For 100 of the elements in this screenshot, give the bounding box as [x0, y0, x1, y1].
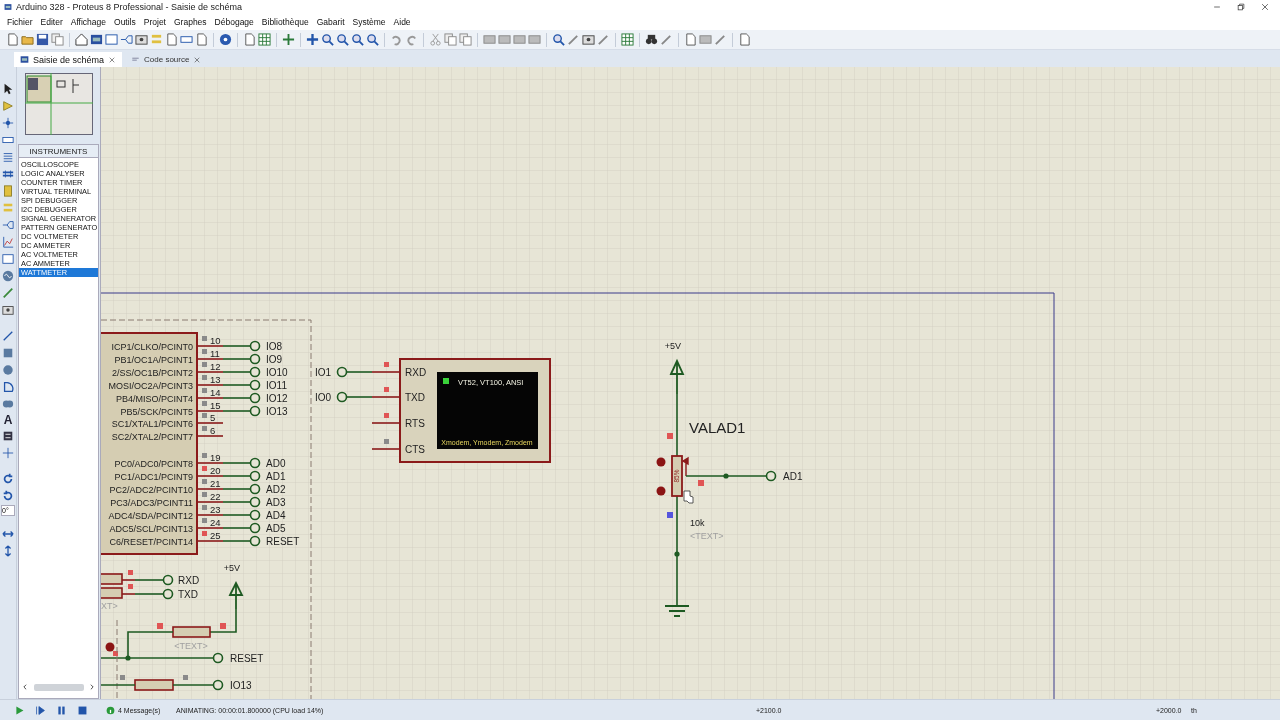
- pause-button[interactable]: [56, 704, 67, 716]
- close-icon[interactable]: [108, 55, 117, 64]
- pin-label: PC2/ADC2/PCINT10: [109, 485, 193, 496]
- zoom-icon[interactable]: [336, 33, 349, 47]
- pin-state-marker: [698, 480, 704, 487]
- terminal-circle: [212, 679, 224, 691]
- menu-item[interactable]: Affichage: [66, 17, 111, 28]
- sine-icon[interactable]: [2, 270, 14, 283]
- text-tool[interactable]: A: [3, 413, 13, 428]
- symbol-icon[interactable]: [2, 430, 14, 443]
- pin-label: PB4/MISO/PCINT4: [115, 394, 193, 405]
- block-icon[interactable]: [513, 33, 526, 47]
- resistor-body: [101, 573, 123, 585]
- terminal-icon[interactable]: [2, 219, 14, 232]
- rotate-anticlockwise-icon[interactable]: [2, 490, 14, 503]
- pin-number: 19: [210, 452, 221, 464]
- copy-icon[interactable]: [51, 33, 64, 47]
- terminal-circle: [249, 470, 261, 482]
- subcircuit-icon[interactable]: [2, 185, 14, 198]
- flip-vertical-icon[interactable]: [2, 545, 14, 558]
- lines-icon[interactable]: [2, 151, 14, 164]
- menu-item[interactable]: Editer: [36, 17, 67, 28]
- menu-item[interactable]: Débogage: [210, 17, 258, 28]
- zoom-icon[interactable]: [366, 33, 379, 47]
- pointer-icon[interactable]: [2, 83, 14, 96]
- increment-dot: [656, 457, 666, 467]
- crosshair-icon[interactable]: [282, 33, 295, 47]
- rotate-clockwise-icon[interactable]: [2, 473, 14, 486]
- close-icon[interactable]: [193, 55, 202, 64]
- close-button[interactable]: [1260, 2, 1270, 13]
- menu-item[interactable]: Outils: [110, 17, 140, 28]
- redo-icon[interactable]: [405, 33, 418, 47]
- menu-item[interactable]: Graphes: [170, 17, 211, 28]
- block-icon[interactable]: [528, 33, 541, 47]
- move-icon[interactable]: [306, 33, 319, 47]
- binoculars-icon[interactable]: [645, 33, 658, 47]
- tab[interactable]: Saisie de schéma: [14, 52, 123, 68]
- restore-button[interactable]: [1236, 2, 1246, 13]
- zoom-icon[interactable]: [351, 33, 364, 47]
- meter-icon[interactable]: [582, 33, 595, 47]
- doc-icon[interactable]: [243, 33, 256, 47]
- terminal-circle: [249, 496, 261, 508]
- scroll-left-icon[interactable]: [21, 683, 29, 692]
- triangle-icon[interactable]: [2, 100, 14, 113]
- junction-icon[interactable]: [2, 117, 14, 130]
- copy-icon[interactable]: [459, 33, 472, 47]
- pin-label: RXD: [405, 367, 427, 379]
- scroll-right-icon[interactable]: [88, 683, 96, 692]
- zoom-icon[interactable]: [552, 33, 565, 47]
- net-label: AD0: [266, 458, 286, 470]
- net-label: AD1: [783, 471, 803, 483]
- line-icon[interactable]: [2, 330, 14, 343]
- net-label: TXD: [178, 589, 198, 601]
- undo-icon[interactable]: [390, 33, 403, 47]
- folder-icon[interactable]: [21, 33, 34, 47]
- pen-icon[interactable]: [2, 287, 14, 300]
- doc-icon[interactable]: [684, 33, 697, 47]
- pin-line: [196, 462, 224, 465]
- doc-icon[interactable]: [195, 33, 208, 47]
- house-icon[interactable]: [75, 33, 88, 47]
- marker-icon[interactable]: [2, 447, 14, 460]
- chip-icon[interactable]: [90, 33, 103, 47]
- stop-button[interactable]: [77, 704, 88, 716]
- pin-line: [371, 396, 401, 399]
- scissors-icon[interactable]: [429, 33, 442, 47]
- zoom-icon[interactable]: [321, 33, 334, 47]
- chart-icon[interactable]: [2, 236, 14, 249]
- block-icon[interactable]: [483, 33, 496, 47]
- terminal-icon[interactable]: [120, 33, 133, 47]
- grid-icon[interactable]: [621, 33, 634, 47]
- menu-item[interactable]: Système: [348, 17, 390, 28]
- square-icon[interactable]: [2, 347, 14, 360]
- net-label: IO9: [266, 354, 283, 366]
- help-icon[interactable]: [219, 33, 232, 47]
- net-label: IO10: [266, 367, 288, 379]
- doc-icon[interactable]: [6, 33, 19, 47]
- menu-item[interactable]: Fichier: [3, 17, 37, 28]
- net-label: IO8: [266, 341, 283, 353]
- scrollbar-thumb[interactable]: [33, 683, 84, 691]
- meter-icon[interactable]: [2, 304, 14, 317]
- arc-icon[interactable]: [2, 381, 14, 394]
- block-icon[interactable]: [498, 33, 511, 47]
- doc-icon[interactable]: [165, 33, 178, 47]
- pin-label: MOSI/OC2A/PCINT3: [108, 381, 193, 392]
- menu-item[interactable]: Aide: [389, 17, 415, 28]
- menu-item[interactable]: Bibliothèque: [257, 17, 313, 28]
- doc-icon[interactable]: [738, 33, 751, 47]
- copy-icon[interactable]: [444, 33, 457, 47]
- circle-icon[interactable]: [2, 364, 14, 377]
- menu-item[interactable]: Gabarit: [312, 17, 349, 28]
- step-button[interactable]: [35, 704, 46, 716]
- pin-number: 24: [210, 517, 221, 529]
- terminal-circle: [336, 366, 348, 378]
- resistor-body: [172, 626, 211, 638]
- menu-item[interactable]: Projet: [139, 17, 170, 28]
- grid-icon[interactable]: [258, 33, 271, 47]
- play-button[interactable]: [14, 704, 25, 716]
- schematic-thumbnail: [24, 73, 93, 136]
- block-icon[interactable]: [699, 33, 712, 47]
- meter-icon[interactable]: [135, 33, 148, 47]
